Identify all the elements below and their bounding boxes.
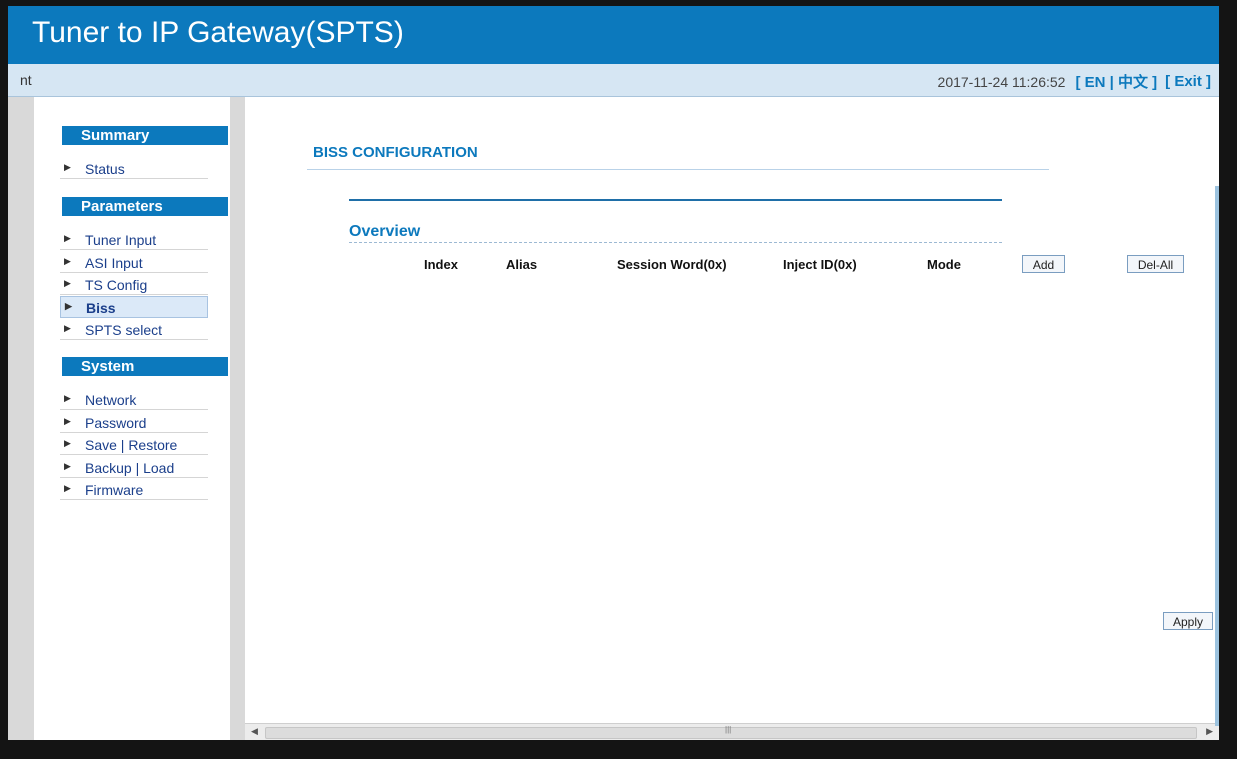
vertical-scrollbar-edge bbox=[1215, 186, 1219, 726]
section-header-parameters: Parameters bbox=[62, 197, 228, 216]
sidebar-item-label: SPTS select bbox=[85, 322, 163, 338]
exit-link[interactable]: [ Exit ] bbox=[1165, 73, 1211, 90]
sidebar-item-label: Save | Restore bbox=[85, 437, 178, 453]
main-content: BISS CONFIGURATION Overview Index Alias … bbox=[245, 97, 1219, 723]
sidebar-item-label: Firmware bbox=[85, 482, 144, 498]
sidebar-item-password[interactable]: ▶ Password bbox=[60, 412, 208, 433]
sidebar-item-label: TS Config bbox=[85, 277, 148, 293]
sidebar-item-label: Backup | Load bbox=[85, 460, 175, 476]
sidebar-item-status[interactable]: ▶ Status bbox=[60, 158, 208, 179]
title-divider bbox=[307, 169, 1049, 170]
arrow-right-icon: ▶ bbox=[64, 483, 71, 493]
section-divider bbox=[349, 199, 1002, 201]
breadcrumb: nt bbox=[20, 72, 32, 88]
scrollbar-grip-icon: ||| bbox=[725, 725, 732, 734]
sidebar-item-biss[interactable]: ▶ Biss bbox=[60, 296, 208, 318]
arrow-right-icon: ▶ bbox=[64, 393, 71, 403]
column-header-inject-id: Inject ID(0x) bbox=[783, 257, 857, 272]
sidebar-item-label: Network bbox=[85, 392, 137, 408]
sidebar-item-label: Tuner Input bbox=[85, 232, 157, 248]
app-title: Tuner to IP Gateway(SPTS) bbox=[32, 16, 404, 49]
section-header-summary: Summary bbox=[62, 126, 228, 145]
overview-heading: Overview bbox=[349, 223, 421, 240]
sidebar-item-asi-input[interactable]: ▶ ASI Input bbox=[60, 252, 208, 273]
datetime-label: 2017-11-24 11:26:52 bbox=[937, 73, 1066, 90]
title-bar: Tuner to IP Gateway(SPTS) bbox=[8, 6, 1219, 64]
browser-window: Tuner to IP Gateway(SPTS) nt 2017-11-24 … bbox=[8, 6, 1219, 740]
arrow-right-icon: ▶ bbox=[64, 233, 71, 243]
arrow-right-icon: ▶ bbox=[64, 416, 71, 426]
arrow-right-icon: ▶ bbox=[64, 256, 71, 266]
info-bar-right: 2017-11-24 11:26:52 [ EN | 中文 ] [ Exit ] bbox=[938, 71, 1211, 92]
sidebar-item-spts-select[interactable]: ▶ SPTS select bbox=[60, 319, 208, 340]
arrow-right-icon: ▶ bbox=[64, 278, 71, 288]
sidebar-divider bbox=[230, 97, 245, 740]
left-gutter bbox=[8, 97, 34, 740]
sidebar-item-backup-load[interactable]: ▶ Backup | Load bbox=[60, 457, 208, 478]
column-header-alias: Alias bbox=[506, 257, 538, 272]
column-header-index: Index bbox=[424, 257, 458, 272]
del-all-button[interactable]: Del-All bbox=[1127, 255, 1184, 273]
arrow-right-icon: ▶ bbox=[64, 162, 71, 172]
sidebar-item-firmware[interactable]: ▶ Firmware bbox=[60, 479, 208, 500]
sidebar-item-label: Status bbox=[85, 161, 125, 177]
arrow-right-icon: ▶ bbox=[64, 438, 71, 448]
arrow-right-icon: ▶ bbox=[64, 461, 71, 471]
horizontal-scrollbar[interactable]: ◀ ||| ▶ bbox=[245, 723, 1219, 740]
sidebar-item-label: ASI Input bbox=[85, 255, 143, 271]
page-title: BISS CONFIGURATION bbox=[313, 144, 478, 161]
add-button[interactable]: Add bbox=[1022, 255, 1065, 273]
section-header-system: System bbox=[62, 357, 228, 376]
info-bar: nt 2017-11-24 11:26:52 [ EN | 中文 ] [ Exi… bbox=[8, 64, 1219, 97]
scroll-left-icon[interactable]: ◀ bbox=[251, 726, 258, 737]
apply-button[interactable]: Apply bbox=[1163, 612, 1213, 630]
sidebar-item-tuner-input[interactable]: ▶ Tuner Input bbox=[60, 229, 208, 250]
overview-divider bbox=[349, 242, 1002, 243]
arrow-right-icon: ▶ bbox=[64, 323, 71, 333]
column-header-session-word: Session Word(0x) bbox=[617, 257, 727, 272]
scroll-right-icon[interactable]: ▶ bbox=[1206, 726, 1213, 737]
sidebar-item-label: Biss bbox=[86, 300, 116, 316]
sidebar-item-ts-config[interactable]: ▶ TS Config bbox=[60, 274, 208, 295]
column-header-mode: Mode bbox=[927, 257, 961, 272]
sidebar-item-save-restore[interactable]: ▶ Save | Restore bbox=[60, 434, 208, 455]
sidebar: Summary ▶ Status Parameters ▶ Tuner Inpu… bbox=[34, 97, 230, 740]
sidebar-item-label: Password bbox=[85, 415, 147, 431]
language-toggle[interactable]: [ EN | 中文 ] bbox=[1075, 71, 1157, 92]
sidebar-item-network[interactable]: ▶ Network bbox=[60, 389, 208, 410]
arrow-right-icon: ▶ bbox=[65, 301, 72, 311]
